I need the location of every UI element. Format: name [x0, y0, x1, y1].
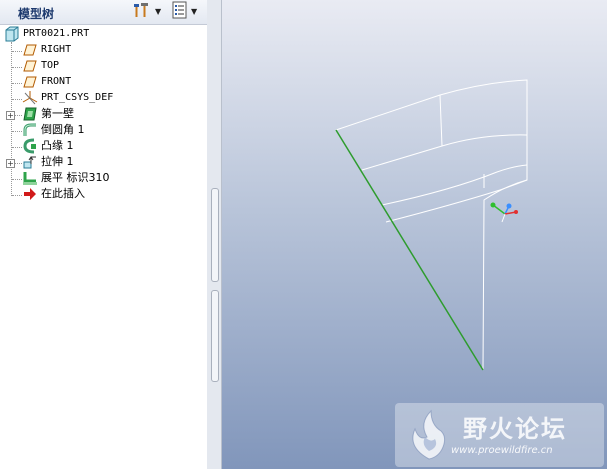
splitter-handle-lower[interactable]	[211, 290, 219, 382]
extrude-icon	[22, 154, 38, 170]
panel-splitter[interactable]	[207, 0, 222, 469]
model-tree-panel: 模型树 ▼ ▼ PRT0021.PRT RIGHT TOP FRONT PRT_…	[0, 0, 208, 469]
forum-watermark: 野火论坛 www.proewildfire.cn	[395, 403, 604, 467]
tree-connector	[12, 147, 22, 148]
tree-item-label: PRT_CSYS_DEF	[41, 92, 114, 103]
tree-root-part[interactable]: PRT0021.PRT	[0, 26, 205, 42]
coordinate-system-icon	[22, 90, 38, 106]
tree-connector	[12, 195, 22, 196]
tree-item-label: 凸缘 1	[41, 139, 74, 152]
splitter-handle-upper[interactable]	[211, 188, 219, 282]
datum-plane-icon	[22, 42, 38, 58]
tree-item-front[interactable]: FRONT	[22, 74, 227, 90]
first-wall-icon	[22, 106, 38, 122]
tree-item-extrude[interactable]: 拉伸 1	[22, 154, 227, 170]
graphics-viewport[interactable]	[222, 0, 607, 469]
chevron-down-icon: ▼	[155, 7, 162, 16]
tree-item-insert-here[interactable]: 在此插入	[22, 186, 227, 202]
tree-item-label: 倒圆角 1	[41, 123, 85, 136]
tree-item-prt-csys-def[interactable]: PRT_CSYS_DEF	[22, 90, 227, 106]
wireframe-outer-edge	[335, 79, 528, 371]
selected-edge[interactable]	[335, 129, 484, 371]
tree-item-label: FRONT	[41, 76, 72, 87]
tree-tools-button[interactable]: ▼	[132, 2, 162, 21]
tree-connector	[12, 67, 22, 68]
tree-connector	[12, 179, 22, 180]
expand-toggle-icon[interactable]: +	[6, 159, 15, 168]
tree-connector	[12, 99, 22, 100]
tree-item-top[interactable]: TOP	[22, 58, 227, 74]
tree-item-label: 展平 标识310	[41, 171, 110, 184]
unbend-icon	[22, 170, 38, 186]
bend-line-upper	[361, 134, 528, 171]
tree-item-label: 在此插入	[41, 187, 85, 200]
tree-item-label: 第一壁	[41, 107, 74, 120]
axis-triad-icon	[490, 202, 518, 223]
list-settings-icon	[172, 1, 188, 22]
model-tree-header: 模型树 ▼ ▼	[0, 0, 207, 25]
tree-connector	[12, 51, 22, 52]
insert-here-arrow-icon	[22, 186, 38, 202]
tree-connector	[12, 83, 22, 84]
part-icon	[4, 26, 20, 42]
model-tree-title: 模型树	[18, 7, 55, 21]
tree-item-flange[interactable]: 凸缘 1	[22, 138, 227, 154]
tools-icon	[132, 1, 152, 22]
tree-item-label: PRT0021.PRT	[23, 28, 90, 39]
datum-plane-icon	[22, 74, 38, 90]
tree-connector	[14, 163, 22, 164]
tree-item-right[interactable]: RIGHT	[22, 42, 227, 58]
watermark-url: www.proewildfire.cn	[451, 445, 553, 456]
tree-settings-button[interactable]: ▼	[172, 1, 202, 22]
chevron-down-icon: ▼	[191, 7, 198, 16]
tree-item-unbend[interactable]: 展平 标识310	[22, 170, 227, 186]
flange-icon	[22, 138, 38, 154]
bend-line-vertical	[439, 94, 443, 147]
bend-line-middle	[381, 164, 528, 206]
sheetmetal-wireframe	[335, 79, 528, 371]
watermark-title: 野火论坛	[463, 415, 567, 443]
tree-item-label: TOP	[41, 60, 60, 71]
expand-toggle-icon[interactable]: +	[6, 111, 15, 120]
datum-plane-icon	[22, 58, 38, 74]
tree-item-first-wall[interactable]: 第一壁	[22, 106, 227, 122]
tree-item-label: RIGHT	[41, 44, 72, 55]
tree-connector	[14, 115, 22, 116]
flame-logo-icon	[401, 407, 457, 466]
round-icon	[22, 122, 38, 138]
tree-item-label: 拉伸 1	[41, 155, 74, 168]
model-tree: PRT0021.PRT RIGHT TOP FRONT PRT_CSYS_DEF…	[0, 24, 207, 469]
tree-connector	[12, 131, 22, 132]
tree-item-round[interactable]: 倒圆角 1	[22, 122, 227, 138]
